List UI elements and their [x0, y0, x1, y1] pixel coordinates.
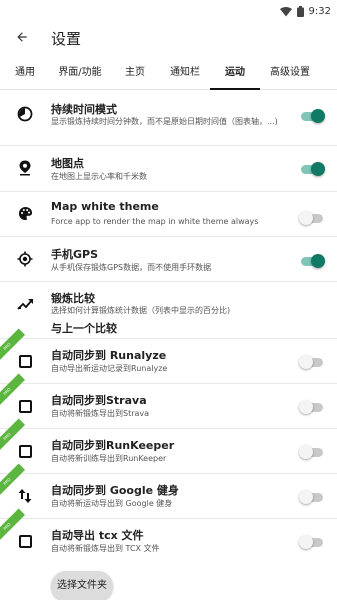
setting-subtitle: 在地图上显示心率和千米数 [51, 172, 147, 181]
sync-runalyze-toggle[interactable] [299, 355, 325, 369]
tab-workout[interactable]: 运动 [213, 58, 257, 90]
sync-google-fit-toggle[interactable] [299, 490, 325, 504]
setting-subtitle: 自动将新训练导出到RunKeeper [51, 454, 167, 463]
status-bar: 9:32 [0, 0, 337, 18]
swap-vertical-icon [15, 486, 35, 506]
setting-title: 地图点 [51, 157, 84, 170]
setting-subtitle: 选择如何计算锻炼统计数据（列表中显示的百分比) [51, 306, 231, 315]
setting-title: 持续时间模式 [51, 103, 117, 116]
setting-title: 自动同步到RunKeeper [51, 439, 175, 452]
setting-title: 自动同步到Strava [51, 394, 147, 407]
tab-bar: 通用 界面/功能 主页 通知栏 运动 高级设置 [0, 58, 337, 90]
setting-sync-google-fit[interactable]: PRO 自动同步到 Google 健身 自动将新运动导出到 Google 健身 [0, 463, 337, 519]
setting-title: 自动同步到 Google 健身 [51, 484, 179, 497]
map-white-theme-toggle[interactable] [299, 211, 325, 225]
page-title: 设置 [51, 30, 82, 48]
setting-title: Map white theme [51, 200, 159, 213]
setting-phone-gps[interactable]: 手机GPS 从手机保存锻炼GPS数据，而不使用手环数据 [0, 237, 337, 282]
settings-list: 持续时间模式 显示锻炼持续时间分钟数，而不是原始日期时间值（图表轴，...) 地… [0, 91, 337, 564]
setting-map-white-theme[interactable]: Map white theme Force app to render the … [0, 192, 337, 237]
tab-indicator [210, 88, 260, 90]
setting-export-tcx[interactable]: PRO 自动导出 tcx 文件 自动将新锻炼导出到 TCX 文件 [0, 508, 337, 564]
map-pin-icon [15, 158, 35, 178]
tab-notification[interactable]: 通知栏 [163, 58, 207, 90]
setting-subtitle: 从手机保存锻炼GPS数据，而不使用手环数据 [51, 263, 212, 272]
checkbox-icon[interactable] [15, 396, 35, 416]
timer-icon [15, 104, 35, 124]
setting-sync-runkeeper[interactable]: PRO 自动同步到RunKeeper 自动将新训练导出到RunKeeper [0, 418, 337, 474]
setting-subtitle: 显示锻炼持续时间分钟数，而不是原始日期时间值（图表轴，...) [51, 117, 278, 126]
checkbox-icon[interactable] [15, 351, 35, 371]
setting-title: 手机GPS [51, 248, 99, 261]
duration-mode-toggle[interactable] [299, 109, 325, 123]
status-time: 9:32 [308, 6, 331, 17]
back-button[interactable] [8, 24, 36, 52]
setting-map-points[interactable]: 地图点 在地图上显示心率和千米数 [0, 146, 337, 192]
sync-runkeeper-toggle[interactable] [299, 445, 325, 459]
setting-subtitle: 自动将新运动导出到 Google 健身 [51, 499, 173, 508]
palette-icon [15, 203, 35, 223]
arrow-back-icon [15, 29, 29, 48]
comparison-value: 与上一个比较 [51, 322, 117, 335]
checkbox-icon[interactable] [15, 531, 35, 551]
setting-title: 自动导出 tcx 文件 [51, 529, 144, 542]
setting-title: 自动同步到 Runalyze [51, 349, 167, 362]
trending-up-icon [15, 293, 35, 313]
sync-strava-toggle[interactable] [299, 400, 325, 414]
setting-title: 锻炼比较 [51, 292, 95, 305]
map-points-toggle[interactable] [299, 162, 325, 176]
setting-subtitle: 自动将新锻炼导出到Strava [51, 409, 150, 418]
setting-subtitle: 自动导出新运动记录到Runalyze [51, 364, 168, 373]
tab-interface[interactable]: 界面/功能 [52, 58, 108, 90]
tab-advanced[interactable]: 高级设置 [264, 58, 316, 90]
tab-general[interactable]: 通用 [6, 58, 44, 90]
checkbox-icon[interactable] [15, 441, 35, 461]
tab-home[interactable]: 主页 [116, 58, 154, 90]
setting-sync-runalyze[interactable]: PRO 自动同步到 Runalyze 自动导出新运动记录到Runalyze [0, 328, 337, 384]
phone-gps-toggle[interactable] [299, 254, 325, 268]
setting-duration-mode[interactable]: 持续时间模式 显示锻炼持续时间分钟数，而不是原始日期时间值（图表轴，...) [0, 91, 337, 146]
setting-subtitle: Force app to render the map in white the… [51, 217, 259, 226]
setting-workout-comparison[interactable]: 锻炼比较 选择如何计算锻炼统计数据（列表中显示的百分比) 与上一个比较 [0, 282, 337, 339]
choose-folder-button[interactable]: 选择文件夹 [51, 571, 113, 600]
setting-subtitle: 自动将新锻炼导出到 TCX 文件 [51, 544, 160, 553]
app-bar: 设置 [0, 18, 337, 58]
gps-icon [15, 249, 35, 269]
export-tcx-toggle[interactable] [299, 535, 325, 549]
setting-sync-strava[interactable]: PRO 自动同步到Strava 自动将新锻炼导出到Strava [0, 373, 337, 429]
